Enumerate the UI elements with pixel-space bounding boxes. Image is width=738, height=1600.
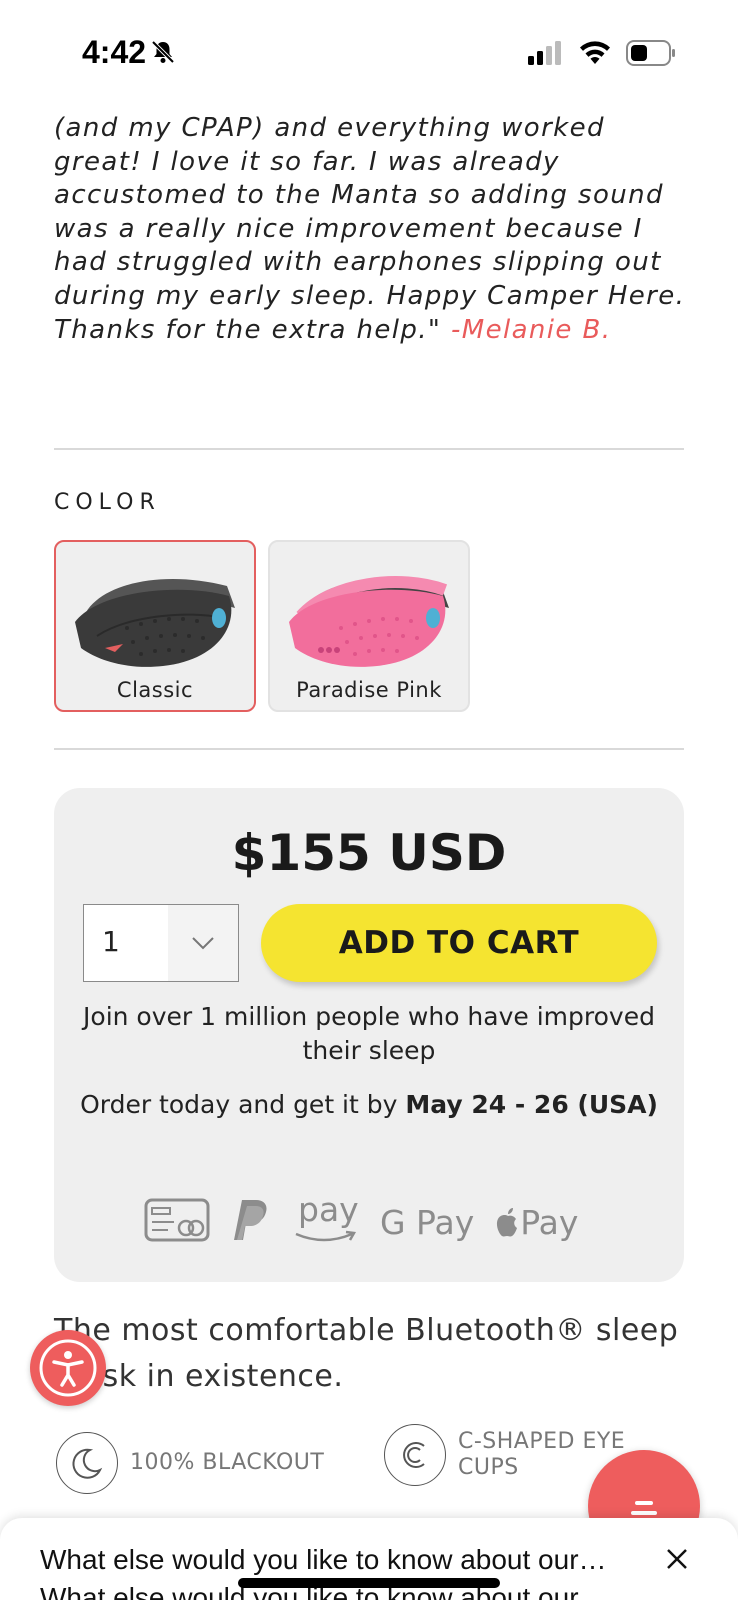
bell-muted-icon (150, 36, 176, 73)
review-text: (and my CPAP) and everything worked grea… (54, 113, 686, 345)
signal-icon (528, 41, 564, 69)
google-pay-icon: G Pay (380, 1202, 475, 1242)
delivery-prefix: Order today and get it by (80, 1090, 406, 1119)
add-to-cart-button[interactable]: ADD TO CART (261, 904, 657, 982)
payment-methods: pay G Pay Pay (144, 1190, 578, 1248)
color-option-paradise-pink[interactable]: Paradise Pink (268, 540, 470, 712)
accessibility-button[interactable] (30, 1330, 106, 1406)
moon-icon (56, 1432, 118, 1494)
status-bar: 4:42 (0, 0, 738, 100)
battery-icon (626, 40, 676, 70)
product-tagline: The most comfortable Bluetooth® sleep ma… (54, 1313, 679, 1394)
amazon-pay-icon: pay (294, 1190, 359, 1248)
accessibility-icon (39, 1339, 97, 1397)
card-icon (144, 1198, 210, 1246)
chat-question[interactable]: What else would you like to know about o… (40, 1544, 607, 1576)
status-icons (528, 40, 676, 70)
review-author: -Melanie B. (450, 314, 612, 345)
quantity-value: 1 (102, 925, 120, 958)
divider (54, 748, 684, 750)
menu-lines-icon (631, 1501, 657, 1515)
home-indicator (238, 1578, 500, 1588)
social-proof-text: Join over 1 million people who have impr… (83, 1002, 655, 1065)
delivery-estimate: Order today and get it by May 24 - 26 (U… (74, 1088, 664, 1122)
wifi-icon (578, 40, 612, 70)
apple-pay-label: Pay (520, 1202, 579, 1242)
paypal-icon (232, 1198, 272, 1246)
color-option-classic[interactable]: Classic (54, 540, 256, 712)
apple-pay-icon: Pay (496, 1203, 578, 1242)
buy-box: $155 USD 1 ADD TO CART Join over 1 milli… (54, 788, 684, 1282)
divider (54, 448, 684, 450)
delivery-dates: May 24 - 26 (USA) (405, 1090, 658, 1119)
feature-blackout: 100% BLACKOUT (56, 1432, 324, 1494)
chevron-down-icon (168, 905, 238, 981)
customer-review: (and my CPAP) and everything worked grea… (54, 112, 694, 347)
feature-label: 100% BLACKOUT (130, 1450, 325, 1475)
quantity-select[interactable]: 1 (83, 904, 239, 982)
close-icon[interactable] (662, 1544, 692, 1574)
status-time-text: 4:42 (82, 34, 147, 70)
sleep-mask-classic-image (75, 579, 235, 667)
color-option-label: Paradise Pink (296, 678, 442, 702)
amazon-pay-label: pay (298, 1190, 359, 1229)
price: $155 USD (231, 824, 507, 882)
status-time: 4:42 (82, 34, 176, 73)
c-shape-icon (384, 1424, 446, 1486)
color-title: COLOR (54, 490, 161, 515)
color-option-label: Classic (116, 678, 194, 702)
sleep-mask-pink-image (289, 576, 449, 667)
